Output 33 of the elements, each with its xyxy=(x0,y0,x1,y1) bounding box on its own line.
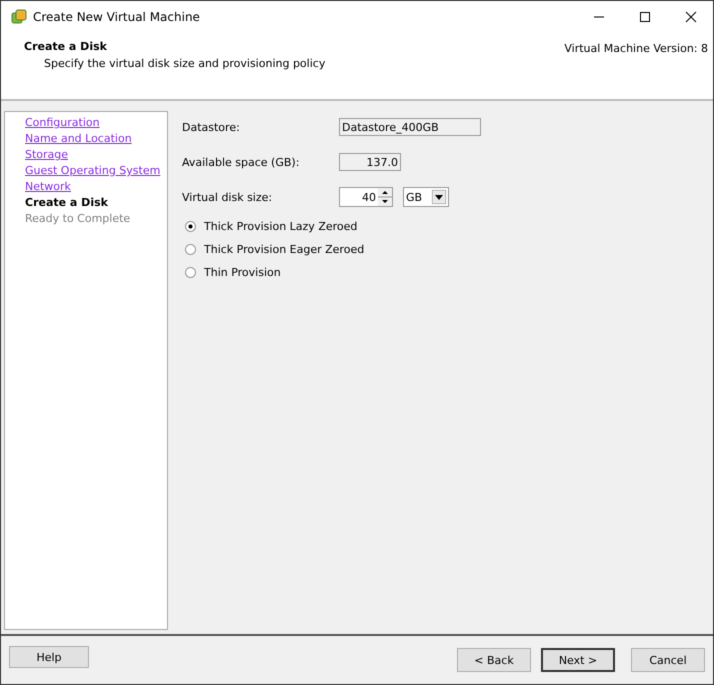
radio-button[interactable] xyxy=(185,220,196,232)
radio-label: Thick Provision Eager Zeroed xyxy=(204,242,364,256)
disk-size-spinner[interactable]: 40 xyxy=(339,187,393,207)
dialog-button[interactable]: < Back xyxy=(457,648,531,672)
app-logo-icon xyxy=(11,8,27,24)
datastore-field: Datastore_400GB xyxy=(339,118,481,136)
step-label: Ready to Complete xyxy=(25,211,132,227)
help-button[interactable]: Help xyxy=(9,646,89,668)
step-link[interactable]: Storage xyxy=(25,147,167,163)
available-space-field: 137.0 xyxy=(339,153,401,171)
field-label: Available space (GB): xyxy=(182,156,300,168)
radio-label: Thin Provision xyxy=(204,266,281,278)
radio-button[interactable] xyxy=(185,244,196,254)
step-link[interactable]: Network xyxy=(25,179,167,195)
step-label: Create a Disk xyxy=(25,195,109,211)
step-link[interactable]: Guest Operating System xyxy=(25,163,167,179)
field-label: Datastore: xyxy=(182,120,241,134)
radio-label: Thick Provision Lazy Zeroed xyxy=(204,220,358,232)
page-title: Create a Disk xyxy=(24,40,108,53)
step-link[interactable]: Name and Location xyxy=(25,131,167,147)
version-label: Virtual Machine Version: 8 xyxy=(564,41,709,57)
maximize-icon[interactable] xyxy=(639,10,651,22)
spin-arrows-icon[interactable] xyxy=(378,188,392,206)
field-label: Virtual disk size: xyxy=(182,190,274,204)
page-subtitle: Specify the virtual disk size and provisioning policy xyxy=(44,57,326,70)
next-button[interactable]: Next > xyxy=(541,648,615,672)
dialog-button[interactable]: Cancel xyxy=(631,648,705,672)
unit-dropdown[interactable]: GB xyxy=(403,187,449,207)
window-title: Create New Virtual Machine xyxy=(33,10,200,24)
close-icon[interactable] xyxy=(685,10,697,22)
radio-button[interactable] xyxy=(185,266,196,278)
step-link[interactable]: Configuration xyxy=(25,115,167,131)
dropdown-arrow-icon[interactable] xyxy=(432,190,446,204)
